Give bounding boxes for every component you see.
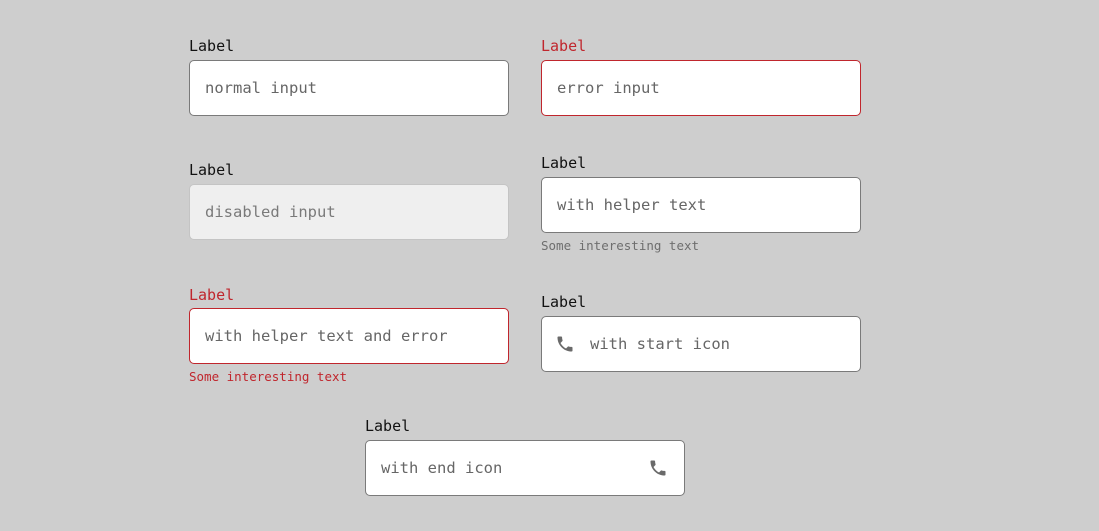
disabled-input: [190, 185, 508, 239]
error-field-label: Label: [541, 37, 587, 55]
helper-error-input-box: [189, 308, 509, 364]
helper-input[interactable]: [542, 178, 860, 232]
end-icon-input[interactable]: [366, 441, 684, 495]
start-icon-field-label: Label: [541, 293, 587, 311]
normal-input[interactable]: [190, 61, 508, 115]
helper-error-text: Some interesting text: [189, 369, 348, 384]
normal-field-label: Label: [189, 37, 235, 55]
start-icon-input-box: [541, 316, 861, 372]
end-icon-field-label: Label: [365, 417, 411, 435]
end-icon-input-box: [365, 440, 685, 496]
error-input[interactable]: [542, 61, 860, 115]
disabled-field-label: Label: [189, 161, 235, 179]
helper-field-label: Label: [541, 154, 587, 172]
error-input-box: [541, 60, 861, 116]
phone-icon: [648, 458, 668, 478]
helper-input-box: [541, 177, 861, 233]
helper-text: Some interesting text: [541, 238, 700, 253]
helper-error-input[interactable]: [190, 309, 508, 363]
helper-error-field-label: Label: [189, 286, 235, 304]
disabled-input-box: [189, 184, 509, 240]
normal-input-box: [189, 60, 509, 116]
start-icon-input[interactable]: [542, 317, 860, 371]
